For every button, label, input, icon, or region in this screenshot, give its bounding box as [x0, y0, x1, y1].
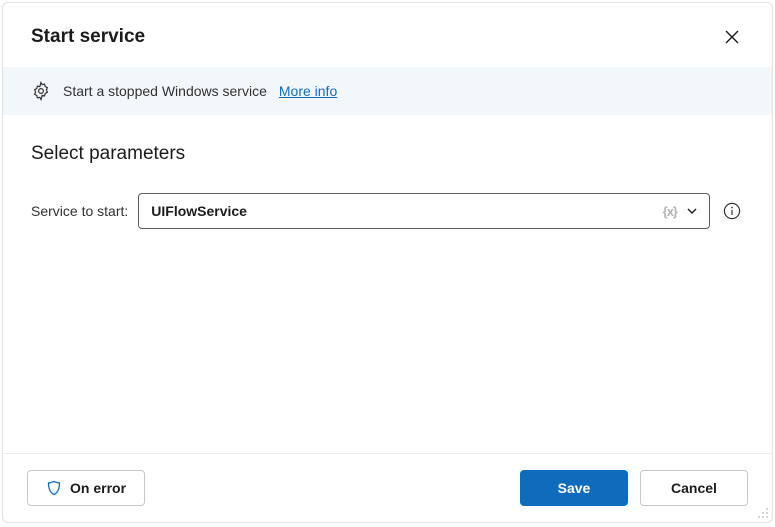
close-icon — [725, 30, 739, 44]
save-button[interactable]: Save — [520, 470, 628, 506]
gear-icon — [31, 81, 51, 101]
save-label: Save — [558, 480, 591, 496]
section-title: Select parameters — [31, 143, 744, 165]
resize-grip-icon[interactable] — [757, 507, 769, 519]
dialog-header: Start service — [3, 3, 772, 67]
cancel-button[interactable]: Cancel — [640, 470, 748, 506]
dialog-footer: On error Save Cancel — [3, 453, 772, 522]
service-to-start-field: Service to start: UIFlowService {x} — [31, 193, 744, 229]
field-label: Service to start: — [31, 203, 128, 219]
on-error-button[interactable]: On error — [27, 470, 145, 506]
more-info-link[interactable]: More info — [279, 83, 337, 99]
info-icon — [723, 202, 741, 220]
dialog-body: Select parameters Service to start: UIFl… — [3, 115, 772, 453]
close-button[interactable] — [716, 21, 748, 53]
start-service-dialog: Start service Start a stopped Windows se… — [2, 2, 773, 523]
variable-icon[interactable]: {x} — [663, 204, 677, 219]
service-to-start-combobox[interactable]: UIFlowService {x} — [138, 193, 710, 229]
chevron-down-icon — [685, 204, 699, 218]
info-bar: Start a stopped Windows service More inf… — [3, 67, 772, 115]
info-text: Start a stopped Windows service — [63, 83, 267, 99]
right-button-group: Save Cancel — [520, 470, 748, 506]
on-error-label: On error — [70, 480, 126, 496]
cancel-label: Cancel — [671, 480, 717, 496]
dialog-title: Start service — [31, 26, 145, 48]
combobox-value: UIFlowService — [151, 203, 654, 219]
field-info-button[interactable] — [720, 199, 744, 223]
shield-icon — [46, 480, 62, 496]
